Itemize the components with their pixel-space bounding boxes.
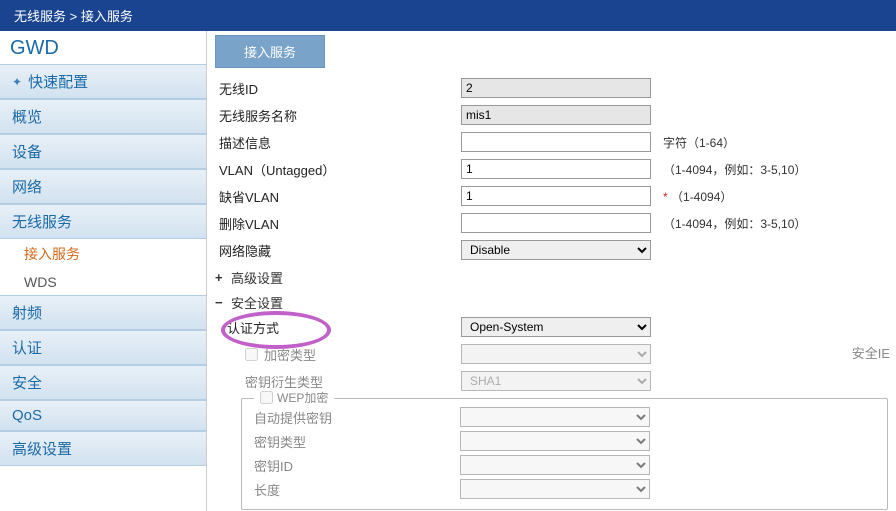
fieldset-wep: WEP加密 自动提供密钥 密钥类型 密钥ID 长度: [241, 398, 888, 510]
nav-rf[interactable]: 射频: [0, 295, 206, 330]
section-label: 安全设置: [231, 293, 283, 312]
checkbox-wep: [260, 391, 273, 404]
tab-access-service[interactable]: 接入服务: [215, 35, 325, 68]
nav-label: 安全: [12, 372, 42, 393]
toggle-security-settings[interactable]: −安全设置: [215, 289, 896, 314]
brand: GWD: [0, 31, 206, 64]
input-vlan[interactable]: [461, 159, 651, 179]
nav-device[interactable]: 设备: [0, 134, 206, 169]
breadcrumb-b[interactable]: 接入服务: [81, 9, 133, 24]
label-key-derive: 密钥衍生类型: [223, 372, 461, 391]
required-star: *: [663, 190, 668, 204]
plus-icon: +: [215, 270, 231, 285]
input-default-vlan[interactable]: [461, 186, 651, 206]
select-hide-network[interactable]: Disable: [461, 240, 651, 260]
sparkle-icon: ✦: [12, 75, 22, 89]
checkbox-encryption-type: [245, 348, 258, 361]
input-wireless-id: [461, 78, 651, 98]
nav-label: QoS: [12, 407, 42, 424]
label-hide-network: 网络隐藏: [215, 241, 461, 260]
breadcrumb: 无线服务 > 接入服务: [0, 0, 896, 31]
nav-label: 射频: [12, 302, 42, 323]
nav-network[interactable]: 网络: [0, 169, 206, 204]
label-default-vlan: 缺省VLAN: [215, 187, 461, 206]
nav-advanced[interactable]: 高级设置: [0, 431, 206, 466]
label-auth-mode: 认证方式: [223, 318, 461, 337]
hint-default-vlan: * （1-4094）: [663, 188, 732, 205]
label-delete-vlan: 删除VLAN: [215, 214, 461, 233]
label-service-name: 无线服务名称: [215, 106, 461, 125]
hint-delete-vlan: （1-4094，例如：3-5,10）: [663, 215, 806, 232]
breadcrumb-sep: >: [70, 9, 78, 24]
select-wep-auto-key: [460, 407, 650, 427]
label-wep-length: 长度: [250, 480, 460, 499]
nav-label: 接入服务: [24, 246, 80, 262]
hint-description: 字符（1-64）: [663, 134, 735, 151]
nav-label: WDS: [24, 274, 57, 290]
toggle-advanced-settings[interactable]: +高级设置: [215, 264, 896, 289]
main-panel: 接入服务 无线ID 无线服务名称 描述信息 字符（1-64） VLAN（Unta…: [207, 31, 896, 511]
label-wireless-id: 无线ID: [215, 79, 461, 98]
select-encryption-type: [461, 344, 651, 364]
minus-icon: −: [215, 295, 231, 310]
section-label: 高级设置: [231, 268, 283, 287]
nav-label: 无线服务: [12, 211, 72, 232]
label-encryption-type: 加密类型: [264, 345, 316, 364]
input-description[interactable]: [461, 132, 651, 152]
select-wep-key-id: [460, 455, 650, 475]
label-wep-auto-key: 自动提供密钥: [250, 408, 460, 427]
label-description: 描述信息: [215, 133, 461, 152]
nav-overview[interactable]: 概览: [0, 99, 206, 134]
nav-label: 概览: [12, 106, 42, 127]
nav-label: 认证: [12, 337, 42, 358]
nav-security[interactable]: 安全: [0, 365, 206, 400]
input-delete-vlan[interactable]: [461, 213, 651, 233]
select-wep-key-type: [460, 431, 650, 451]
nav-access-service[interactable]: 接入服务: [0, 239, 206, 269]
select-key-derive: SHA1: [461, 371, 651, 391]
legend-wep: WEP加密: [254, 389, 334, 406]
nav-wds[interactable]: WDS: [0, 269, 206, 295]
breadcrumb-a[interactable]: 无线服务: [14, 9, 66, 24]
label-vlan: VLAN（Untagged）: [215, 160, 461, 179]
sidebar: GWD ✦ 快速配置 概览 设备 网络 无线服务 接入服务 WDS 射频 认证 …: [0, 31, 207, 511]
nav-qos[interactable]: QoS: [0, 400, 206, 431]
label-wep-key-id: 密钥ID: [250, 456, 460, 475]
nav-auth[interactable]: 认证: [0, 330, 206, 365]
hint-text: （1-4094）: [671, 190, 732, 204]
form-area: 无线ID 无线服务名称 描述信息 字符（1-64） VLAN（Untagged）…: [207, 71, 896, 511]
nav-label: 网络: [12, 176, 42, 197]
hint-vlan: （1-4094，例如：3-5,10）: [663, 161, 806, 178]
nav-label: 设备: [12, 141, 42, 162]
input-service-name: [461, 105, 651, 125]
nav-label: 高级设置: [12, 438, 72, 459]
legend-wep-label: WEP加密: [277, 389, 328, 406]
label-security-ie: 安全IE: [852, 343, 890, 362]
select-auth-mode[interactable]: Open-System: [461, 317, 651, 337]
nav-wireless[interactable]: 无线服务: [0, 204, 206, 239]
select-wep-length: [460, 479, 650, 499]
nav-label: 快速配置: [28, 71, 88, 92]
label-wep-key-type: 密钥类型: [250, 432, 460, 451]
tab-bar: 接入服务: [207, 31, 896, 71]
nav-quick-config[interactable]: ✦ 快速配置: [0, 64, 206, 99]
